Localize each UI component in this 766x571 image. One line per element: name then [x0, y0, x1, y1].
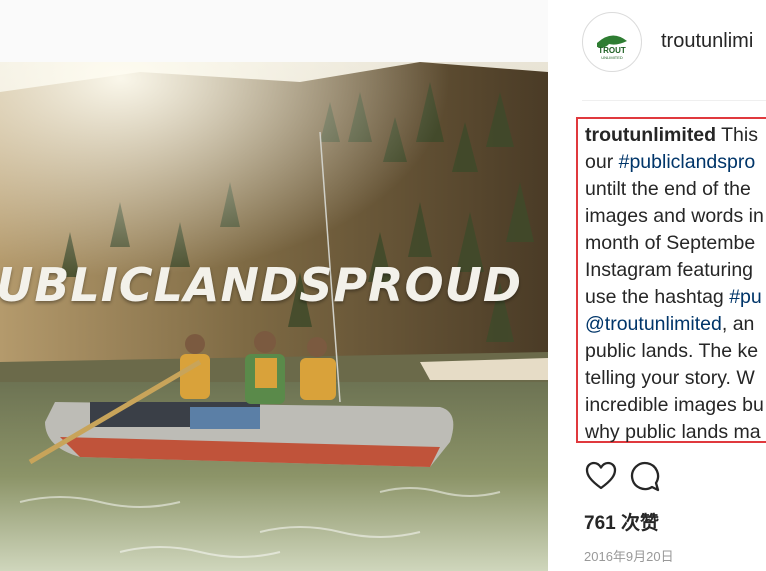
post-date[interactable]: 2016年9月20日 [584, 546, 674, 565]
avatar-text-top: TROUT [598, 46, 626, 55]
like-count[interactable]: 761 次赞 [584, 508, 659, 535]
mention-link[interactable]: @troutunlimited [585, 313, 722, 335]
like-button[interactable] [584, 459, 618, 493]
caption-line: images and words in [585, 205, 764, 227]
post-caption: troutunlimited This our #publiclandspro … [576, 117, 766, 443]
caption-line: untilt the end of the [585, 178, 751, 200]
post-photo[interactable]: UBLICLANDSPROUD [0, 62, 548, 571]
hashtag-overlay-text: UBLICLANDSPROUD [0, 258, 523, 312]
caption-line: our #publiclandspro [585, 149, 766, 176]
caption-line: public lands. The ke [585, 340, 759, 362]
caption-line: troutunlimited This [585, 122, 766, 149]
hashtag-link[interactable]: #pu [729, 286, 762, 308]
hashtag-link[interactable]: #publiclandspro [619, 151, 756, 173]
caption-username-link[interactable]: troutunlimited [585, 124, 716, 146]
photo-scene [0, 62, 548, 571]
comment-icon [630, 461, 660, 492]
caption-line: incredible images bu [585, 394, 764, 416]
caption-text: use the hashtag [585, 286, 730, 308]
trout-logo-icon: TROUT UNLIMITED [597, 35, 627, 60]
heart-icon [585, 461, 617, 490]
avatar-text-bottom: UNLIMITED [601, 55, 623, 60]
caption-line: month of Septembe [585, 232, 756, 254]
image-top-strip [0, 0, 548, 62]
avatar[interactable]: TROUT UNLIMITED [582, 12, 642, 72]
caption-text: This [716, 124, 758, 146]
caption-line: @troutunlimited, an [585, 311, 766, 338]
header-divider [582, 100, 766, 101]
comment-button[interactable] [628, 459, 662, 493]
caption-text: , an [721, 313, 755, 335]
caption-line: use the hashtag #pu [585, 284, 766, 311]
post-side-panel: TROUT UNLIMITED troutunlimi troutunlimit… [548, 0, 766, 571]
caption-line: telling your story. W [585, 367, 755, 389]
profile-username-link[interactable]: troutunlimi [661, 30, 753, 53]
caption-line: why public lands ma [585, 421, 761, 443]
caption-line: Instagram featuring [585, 259, 754, 281]
caption-text: our [585, 151, 619, 173]
